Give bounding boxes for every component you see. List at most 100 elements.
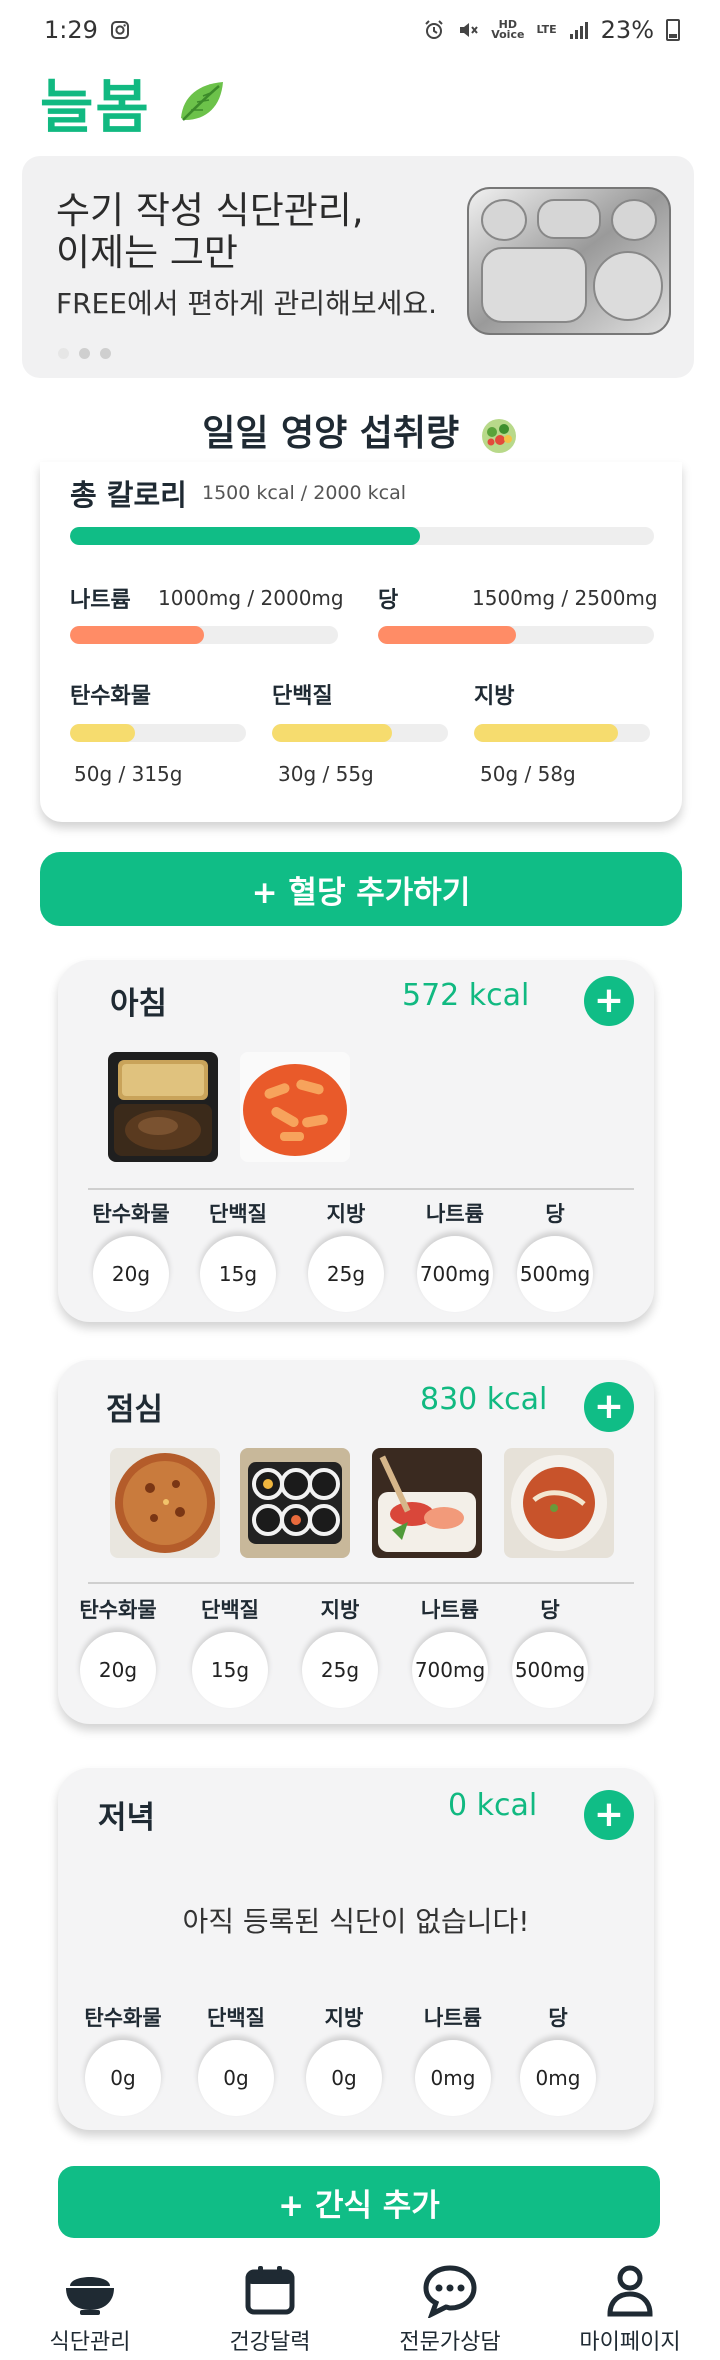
lunch-card: 점심 830 kcal + 탄수화물 단백질 지방 나트륨 당 20g 15g … — [58, 1360, 654, 1724]
dinner-sodium-value: 0mg — [415, 2040, 491, 2116]
add-breakfast-button[interactable]: + — [584, 976, 634, 1026]
nav-meal-management[interactable]: 식단관리 — [10, 2262, 170, 2360]
calorie-value: 1500 kcal / 2000 kcal — [202, 482, 407, 504]
protein-progress-bar — [272, 724, 448, 742]
carbs-progress-fill — [70, 724, 136, 742]
mute-icon — [460, 23, 478, 37]
add-blood-sugar-button[interactable]: + 혈당 추가하기 — [40, 852, 682, 926]
dinner-card: 저녁 0 kcal + 아직 등록된 식단이 없습니다! 탄수화물 단백질 지방… — [58, 1768, 654, 2130]
lte-badge: LTE — [536, 23, 557, 36]
breakfast-carbs-value: 20g — [93, 1236, 169, 1312]
nav-health-calendar[interactable]: 건강달력 — [190, 2262, 350, 2360]
lunch-protein-label: 단백질 — [201, 1598, 259, 1622]
carbs-label: 탄수화물 — [70, 684, 151, 709]
lunch-carbs-label: 탄수화물 — [79, 1598, 157, 1622]
dinner-sugar-value: 0mg — [520, 2040, 596, 2116]
pizza-image — [110, 1448, 220, 1558]
lunch-sugar-label: 당 — [540, 1598, 560, 1622]
pagination-dot[interactable] — [79, 348, 90, 359]
lunch-divider — [88, 1582, 634, 1584]
signal-icon — [569, 22, 588, 39]
bottom-navigation: 식단관리 건강달력 전문가상담 마이페이지 — [0, 2262, 720, 2360]
tteokbokki-image — [240, 1052, 350, 1162]
battery-icon — [666, 19, 680, 41]
carbs-value: 50g / 315g — [74, 762, 183, 786]
protein-label: 단백질 — [272, 684, 333, 709]
pagination-dot[interactable] — [100, 348, 111, 359]
banner-subtitle: FREE에서 편하게 관리해보세요. — [56, 287, 438, 320]
banner-pagination[interactable] — [58, 348, 111, 359]
battery-percent: 23% — [600, 16, 654, 44]
dinner-protein-label: 단백질 — [207, 2006, 265, 2030]
chat-bubble-icon — [423, 2265, 477, 2318]
breakfast-sugar-value: 500mg — [517, 1236, 593, 1312]
daily-intake-title-text: 일일 영양 섭취량 — [202, 413, 460, 454]
breakfast-title: 아침 — [110, 986, 168, 1022]
nav-expert-consult[interactable]: 전문가상담 — [370, 2262, 530, 2360]
breakfast-card: 아침 572 kcal + 탄수화물 단백질 지방 나트륨 당 20g 15g … — [58, 960, 654, 1322]
person-icon — [607, 2265, 653, 2317]
calorie-progress-bar — [70, 527, 654, 545]
breakfast-kcal: 572 kcal — [402, 978, 530, 1013]
meal-tray-image — [467, 187, 671, 335]
breakfast-sodium-value: 700mg — [417, 1236, 493, 1312]
lunch-title: 점심 — [106, 1392, 164, 1428]
food-photo[interactable] — [110, 1448, 220, 1558]
nav-my-page[interactable]: 마이페이지 — [550, 2262, 710, 2360]
nav-label: 식단관리 — [49, 2330, 131, 2355]
food-photo[interactable] — [372, 1448, 482, 1558]
sugar-progress-fill — [378, 626, 516, 644]
sodium-label: 나트륨 — [70, 588, 131, 613]
rice-bowl-icon — [66, 2277, 114, 2315]
dinner-sodium-label: 나트륨 — [424, 2006, 482, 2030]
calorie-progress-fill — [70, 527, 421, 545]
food-photo[interactable] — [240, 1052, 350, 1162]
breakfast-divider — [88, 1188, 634, 1190]
sodium-value: 1000mg / 2000mg — [158, 586, 344, 610]
sugar-value: 1500mg / 2500mg — [472, 586, 658, 610]
pagination-dot[interactable] — [58, 348, 69, 359]
calendar-icon — [245, 2266, 295, 2315]
fat-progress-bar — [474, 724, 650, 742]
fat-value: 50g / 58g — [480, 762, 576, 786]
dinner-fat-label: 지방 — [324, 2006, 364, 2030]
add-snack-button[interactable]: + 간식 추가 — [58, 2166, 660, 2238]
nav-label: 전문가상담 — [399, 2330, 501, 2355]
calorie-label: 총 칼로리 — [70, 478, 187, 512]
lunch-kcal: 830 kcal — [420, 1382, 548, 1417]
nav-label: 마이페이지 — [579, 2330, 681, 2355]
nav-label: 건강달력 — [229, 2330, 311, 2355]
food-photo[interactable] — [240, 1448, 350, 1558]
alarm-icon — [425, 20, 443, 39]
dinner-empty-message: 아직 등록된 식단이 없습니다! — [182, 1905, 530, 1938]
lunch-sodium-value: 700mg — [412, 1632, 488, 1708]
gimbap-image — [240, 1448, 350, 1558]
sashimi-image — [372, 1448, 482, 1558]
add-lunch-button[interactable]: + — [584, 1382, 634, 1432]
protein-progress-fill — [272, 724, 392, 742]
salad-icon — [481, 419, 516, 453]
lunch-sugar-value: 500mg — [512, 1632, 588, 1708]
food-photo[interactable] — [504, 1448, 614, 1558]
add-dinner-button[interactable]: + — [584, 1790, 634, 1840]
lunchbox-image — [108, 1052, 218, 1162]
curry-image — [504, 1448, 614, 1558]
lunch-fat-label: 지방 — [320, 1598, 360, 1622]
banner-title: 수기 작성 식단관리, 이제는 그만 — [56, 189, 364, 274]
fat-progress-fill — [474, 724, 619, 742]
status-left: 1:29 — [44, 16, 130, 44]
dinner-title: 저녁 — [98, 1800, 156, 1836]
sodium-progress-bar — [70, 626, 338, 644]
breakfast-sodium-label: 나트륨 — [426, 1202, 484, 1226]
dinner-carbs-label: 탄수화물 — [84, 2006, 162, 2030]
promo-banner[interactable]: 수기 작성 식단관리, 이제는 그만 FREE에서 편하게 관리해보세요. — [22, 156, 694, 378]
hd-voice-badge: HD Voice — [491, 18, 525, 41]
sodium-progress-fill — [70, 626, 204, 644]
breakfast-fat-label: 지방 — [326, 1202, 366, 1226]
food-photo[interactable] — [108, 1052, 218, 1162]
status-bar: 1:29 HD Voice LTE 23% — [0, 0, 720, 60]
breakfast-protein-value: 15g — [200, 1236, 276, 1312]
leaf-icon — [180, 82, 223, 121]
app-logo: 늘봄 — [40, 73, 151, 141]
dinner-kcal: 0 kcal — [448, 1788, 538, 1823]
